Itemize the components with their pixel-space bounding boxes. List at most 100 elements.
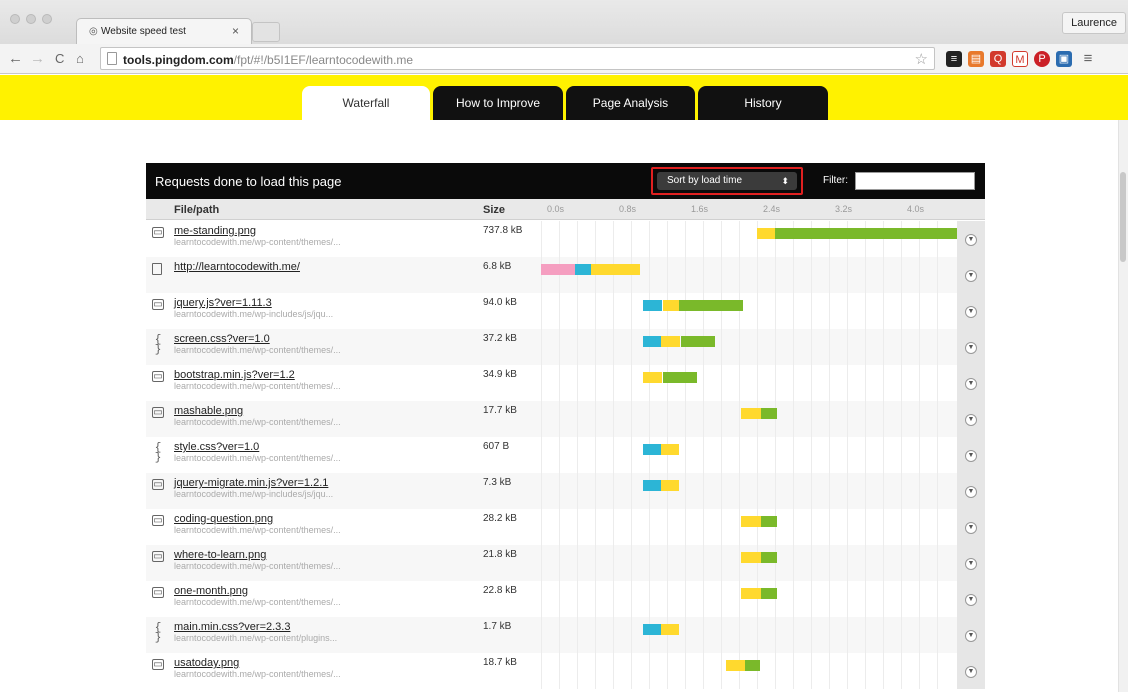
timeline-gridline — [721, 473, 722, 509]
request-file-path: learntocodewith.me/wp-content/themes/... — [174, 381, 341, 391]
timeline-gridline — [793, 509, 794, 545]
pinterest-extension-icon[interactable]: P — [1034, 51, 1050, 67]
timeline-gridline — [541, 617, 542, 653]
tab-how-to-improve[interactable]: How to Improve — [433, 86, 563, 120]
home-button[interactable]: ⌂ — [76, 51, 84, 66]
expand-row-icon[interactable]: ▼ — [965, 342, 977, 354]
request-row[interactable]: ▭ mashable.png learntocodewith.me/wp-conte… — [146, 401, 985, 437]
expand-row-icon[interactable]: ▼ — [965, 270, 977, 282]
browser-tab[interactable]: ◎ Website speed test × — [76, 18, 252, 44]
timeline-gridline — [685, 545, 686, 581]
screen-extension-icon[interactable]: ▣ — [1056, 51, 1072, 67]
reload-button[interactable]: C — [55, 51, 64, 66]
request-row[interactable]: ▭ bootstrap.min.js?ver=1.2 learntocodewith… — [146, 365, 985, 401]
select-arrows-icon: ⬍ — [781, 176, 789, 186]
forward-button[interactable]: → — [30, 50, 45, 67]
request-file-path: learntocodewith.me/wp-content/themes/... — [174, 417, 341, 427]
timeline-gridline — [883, 329, 884, 365]
request-row[interactable]: ▭ me-standing.png learntocodewith.me/wp-co… — [146, 221, 985, 257]
tab-waterfall[interactable]: Waterfall — [302, 86, 430, 120]
timeline-gridline — [901, 221, 902, 257]
expand-row-icon[interactable]: ▼ — [965, 666, 977, 678]
column-size[interactable]: Size — [483, 204, 505, 216]
request-file-link[interactable]: main.min.css?ver=2.3.3 — [174, 621, 290, 633]
request-row[interactable]: ▭ one-month.png learntocodewith.me/wp-cont… — [146, 581, 985, 617]
expand-row-icon[interactable]: ▼ — [965, 630, 977, 642]
timeline-gridline — [829, 653, 830, 689]
request-file-link[interactable]: one-month.png — [174, 585, 248, 597]
address-bar[interactable]: tools.pingdom.com/fpt/#!/b5I1EF/learntoc… — [100, 47, 935, 70]
request-row[interactable]: http://learntocodewith.me/6.8 kB ▼ — [146, 257, 985, 293]
request-file-link[interactable]: usatoday.png — [174, 657, 239, 669]
request-row[interactable]: ▭ where-to-learn.png learntocodewith.me/wp… — [146, 545, 985, 581]
back-button[interactable]: ← — [8, 50, 23, 67]
request-row[interactable]: { } screen.css?ver=1.0 learntocodewith.me/… — [146, 329, 985, 365]
request-row[interactable]: ▭ coding-question.png learntocodewith.me/w… — [146, 509, 985, 545]
timeline-gridline — [829, 581, 830, 617]
timeline-gridline — [757, 509, 758, 545]
expand-column: ▼ — [957, 329, 985, 365]
gmail-extension-icon[interactable]: M — [1012, 51, 1028, 67]
timeline-gridline — [739, 221, 740, 257]
timeline-gridline — [829, 221, 830, 257]
timeline-gridline — [775, 401, 776, 437]
column-file[interactable]: File/path — [174, 204, 219, 216]
timeline-gridline — [685, 509, 686, 545]
sort-select[interactable]: Sort by load time ⬍ — [657, 172, 797, 190]
zoom-window-icon[interactable] — [42, 14, 52, 24]
filter-input[interactable] — [855, 172, 975, 190]
timeline-gridline — [649, 257, 650, 293]
timeline-gridline — [919, 293, 920, 329]
tab-page-analysis[interactable]: Page Analysis — [566, 86, 695, 120]
request-row[interactable]: ▭ jquery.js?ver=1.11.3 learntocodewith.me/… — [146, 293, 985, 329]
analytics-extension-icon[interactable]: ▤ — [968, 51, 984, 67]
image-file-icon: ▭ — [152, 227, 164, 238]
request-row[interactable]: ▭ jquery-migrate.min.js?ver=1.2.1 learntoc… — [146, 473, 985, 509]
request-file-link[interactable]: bootstrap.min.js?ver=1.2 — [174, 369, 295, 381]
timeline-gridline — [739, 293, 740, 329]
expand-row-icon[interactable]: ▼ — [965, 522, 977, 534]
profile-button[interactable]: Laurence — [1062, 12, 1126, 34]
request-file-link[interactable]: jquery-migrate.min.js?ver=1.2.1 — [174, 477, 328, 489]
expand-row-icon[interactable]: ▼ — [965, 378, 977, 390]
expand-row-icon[interactable]: ▼ — [965, 306, 977, 318]
new-tab-button[interactable] — [252, 22, 280, 42]
buffer-extension-icon[interactable]: ≡ — [946, 51, 962, 67]
close-window-icon[interactable] — [10, 14, 20, 24]
timeline-gridline — [775, 257, 776, 293]
request-file-link[interactable]: mashable.png — [174, 405, 243, 417]
expand-row-icon[interactable]: ▼ — [965, 594, 977, 606]
request-file-link[interactable]: where-to-learn.png — [174, 549, 266, 561]
minimize-window-icon[interactable] — [26, 14, 36, 24]
timeline-gridline — [685, 329, 686, 365]
expand-row-icon[interactable]: ▼ — [965, 486, 977, 498]
expand-row-icon[interactable]: ▼ — [965, 450, 977, 462]
timeline-gridline — [541, 545, 542, 581]
request-row[interactable]: { } main.min.css?ver=2.3.3 learntocodewith… — [146, 617, 985, 653]
expand-row-icon[interactable]: ▼ — [965, 558, 977, 570]
timeline-gridline — [757, 653, 758, 689]
bookmark-star-icon[interactable]: ☆ — [915, 50, 928, 68]
search-extension-icon[interactable]: Q — [990, 51, 1006, 67]
scrollbar-thumb[interactable] — [1120, 172, 1126, 262]
timeline-gridline — [703, 401, 704, 437]
waterfall-timeline — [541, 401, 955, 437]
request-row[interactable]: ▭ usatoday.png learntocodewith.me/wp-conte… — [146, 653, 985, 689]
request-file-link[interactable]: coding-question.png — [174, 513, 273, 525]
timing-bar-wait — [740, 408, 761, 419]
timeline-gridline — [919, 257, 920, 293]
request-file-link[interactable]: style.css?ver=1.0 — [174, 441, 259, 453]
request-file-link[interactable]: screen.css?ver=1.0 — [174, 333, 270, 345]
request-file-link[interactable]: jquery.js?ver=1.11.3 — [174, 297, 272, 309]
expand-row-icon[interactable]: ▼ — [965, 234, 977, 246]
expand-row-icon[interactable]: ▼ — [965, 414, 977, 426]
pingdom-header: Waterfall How to Improve Page Analysis H… — [0, 75, 1128, 120]
menu-icon[interactable]: ≡ — [1080, 51, 1096, 67]
request-file-link[interactable]: http://learntocodewith.me/ — [174, 261, 300, 273]
close-tab-icon[interactable]: × — [232, 24, 239, 38]
request-file-link[interactable]: me-standing.png — [174, 225, 256, 237]
timeline-gridline — [559, 293, 560, 329]
timeline-gridline — [793, 365, 794, 401]
tab-history[interactable]: History — [698, 86, 828, 120]
request-row[interactable]: { } style.css?ver=1.0 learntocodewith.me/w… — [146, 437, 985, 473]
